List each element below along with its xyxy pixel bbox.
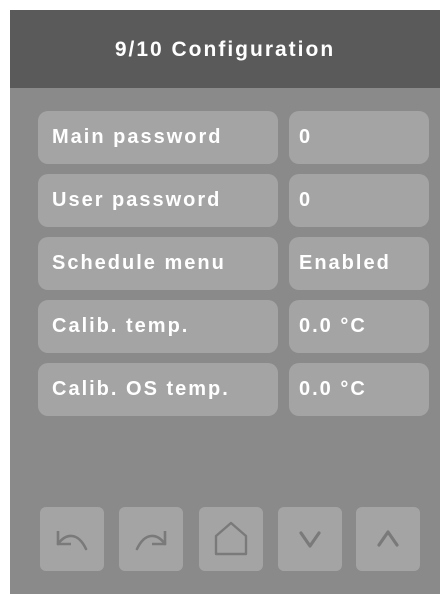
setting-row-calib-temp: Calib. temp. 0.0 °C	[10, 300, 440, 353]
chevron-down-icon	[295, 527, 325, 551]
main-password-label: Main password	[38, 111, 278, 164]
chevron-up-icon	[373, 527, 403, 551]
redo-arrow-icon	[131, 524, 171, 554]
setting-row-user-password: User password 0	[10, 174, 440, 227]
schedule-menu-label: Schedule menu	[38, 237, 278, 290]
undo-button[interactable]	[40, 507, 104, 571]
redo-button[interactable]	[119, 507, 183, 571]
calib-temp-label: Calib. temp.	[38, 300, 278, 353]
setting-row-calib-os-temp: Calib. OS temp. 0.0 °C	[10, 363, 440, 416]
calib-os-temp-label: Calib. OS temp.	[38, 363, 278, 416]
page-title: 9/10 Configuration	[114, 38, 336, 61]
main-password-value[interactable]: 0	[289, 111, 429, 164]
device-screen: 9/10 Configuration Main password 0 User …	[10, 10, 440, 594]
calib-temp-value[interactable]: 0.0 °C	[289, 300, 429, 353]
setting-row-schedule-menu: Schedule menu Enabled	[10, 237, 440, 290]
setting-row-main-password: Main password 0	[10, 111, 440, 164]
title-bar: 9/10 Configuration	[10, 10, 440, 88]
schedule-menu-value[interactable]: Enabled	[289, 237, 429, 290]
user-password-value[interactable]: 0	[289, 174, 429, 227]
undo-arrow-icon	[52, 524, 92, 554]
home-button[interactable]	[199, 507, 263, 571]
user-password-label: User password	[38, 174, 278, 227]
scroll-down-button[interactable]	[278, 507, 342, 571]
home-icon	[211, 519, 251, 559]
scroll-up-button[interactable]	[356, 507, 420, 571]
calib-os-temp-value[interactable]: 0.0 °C	[289, 363, 429, 416]
